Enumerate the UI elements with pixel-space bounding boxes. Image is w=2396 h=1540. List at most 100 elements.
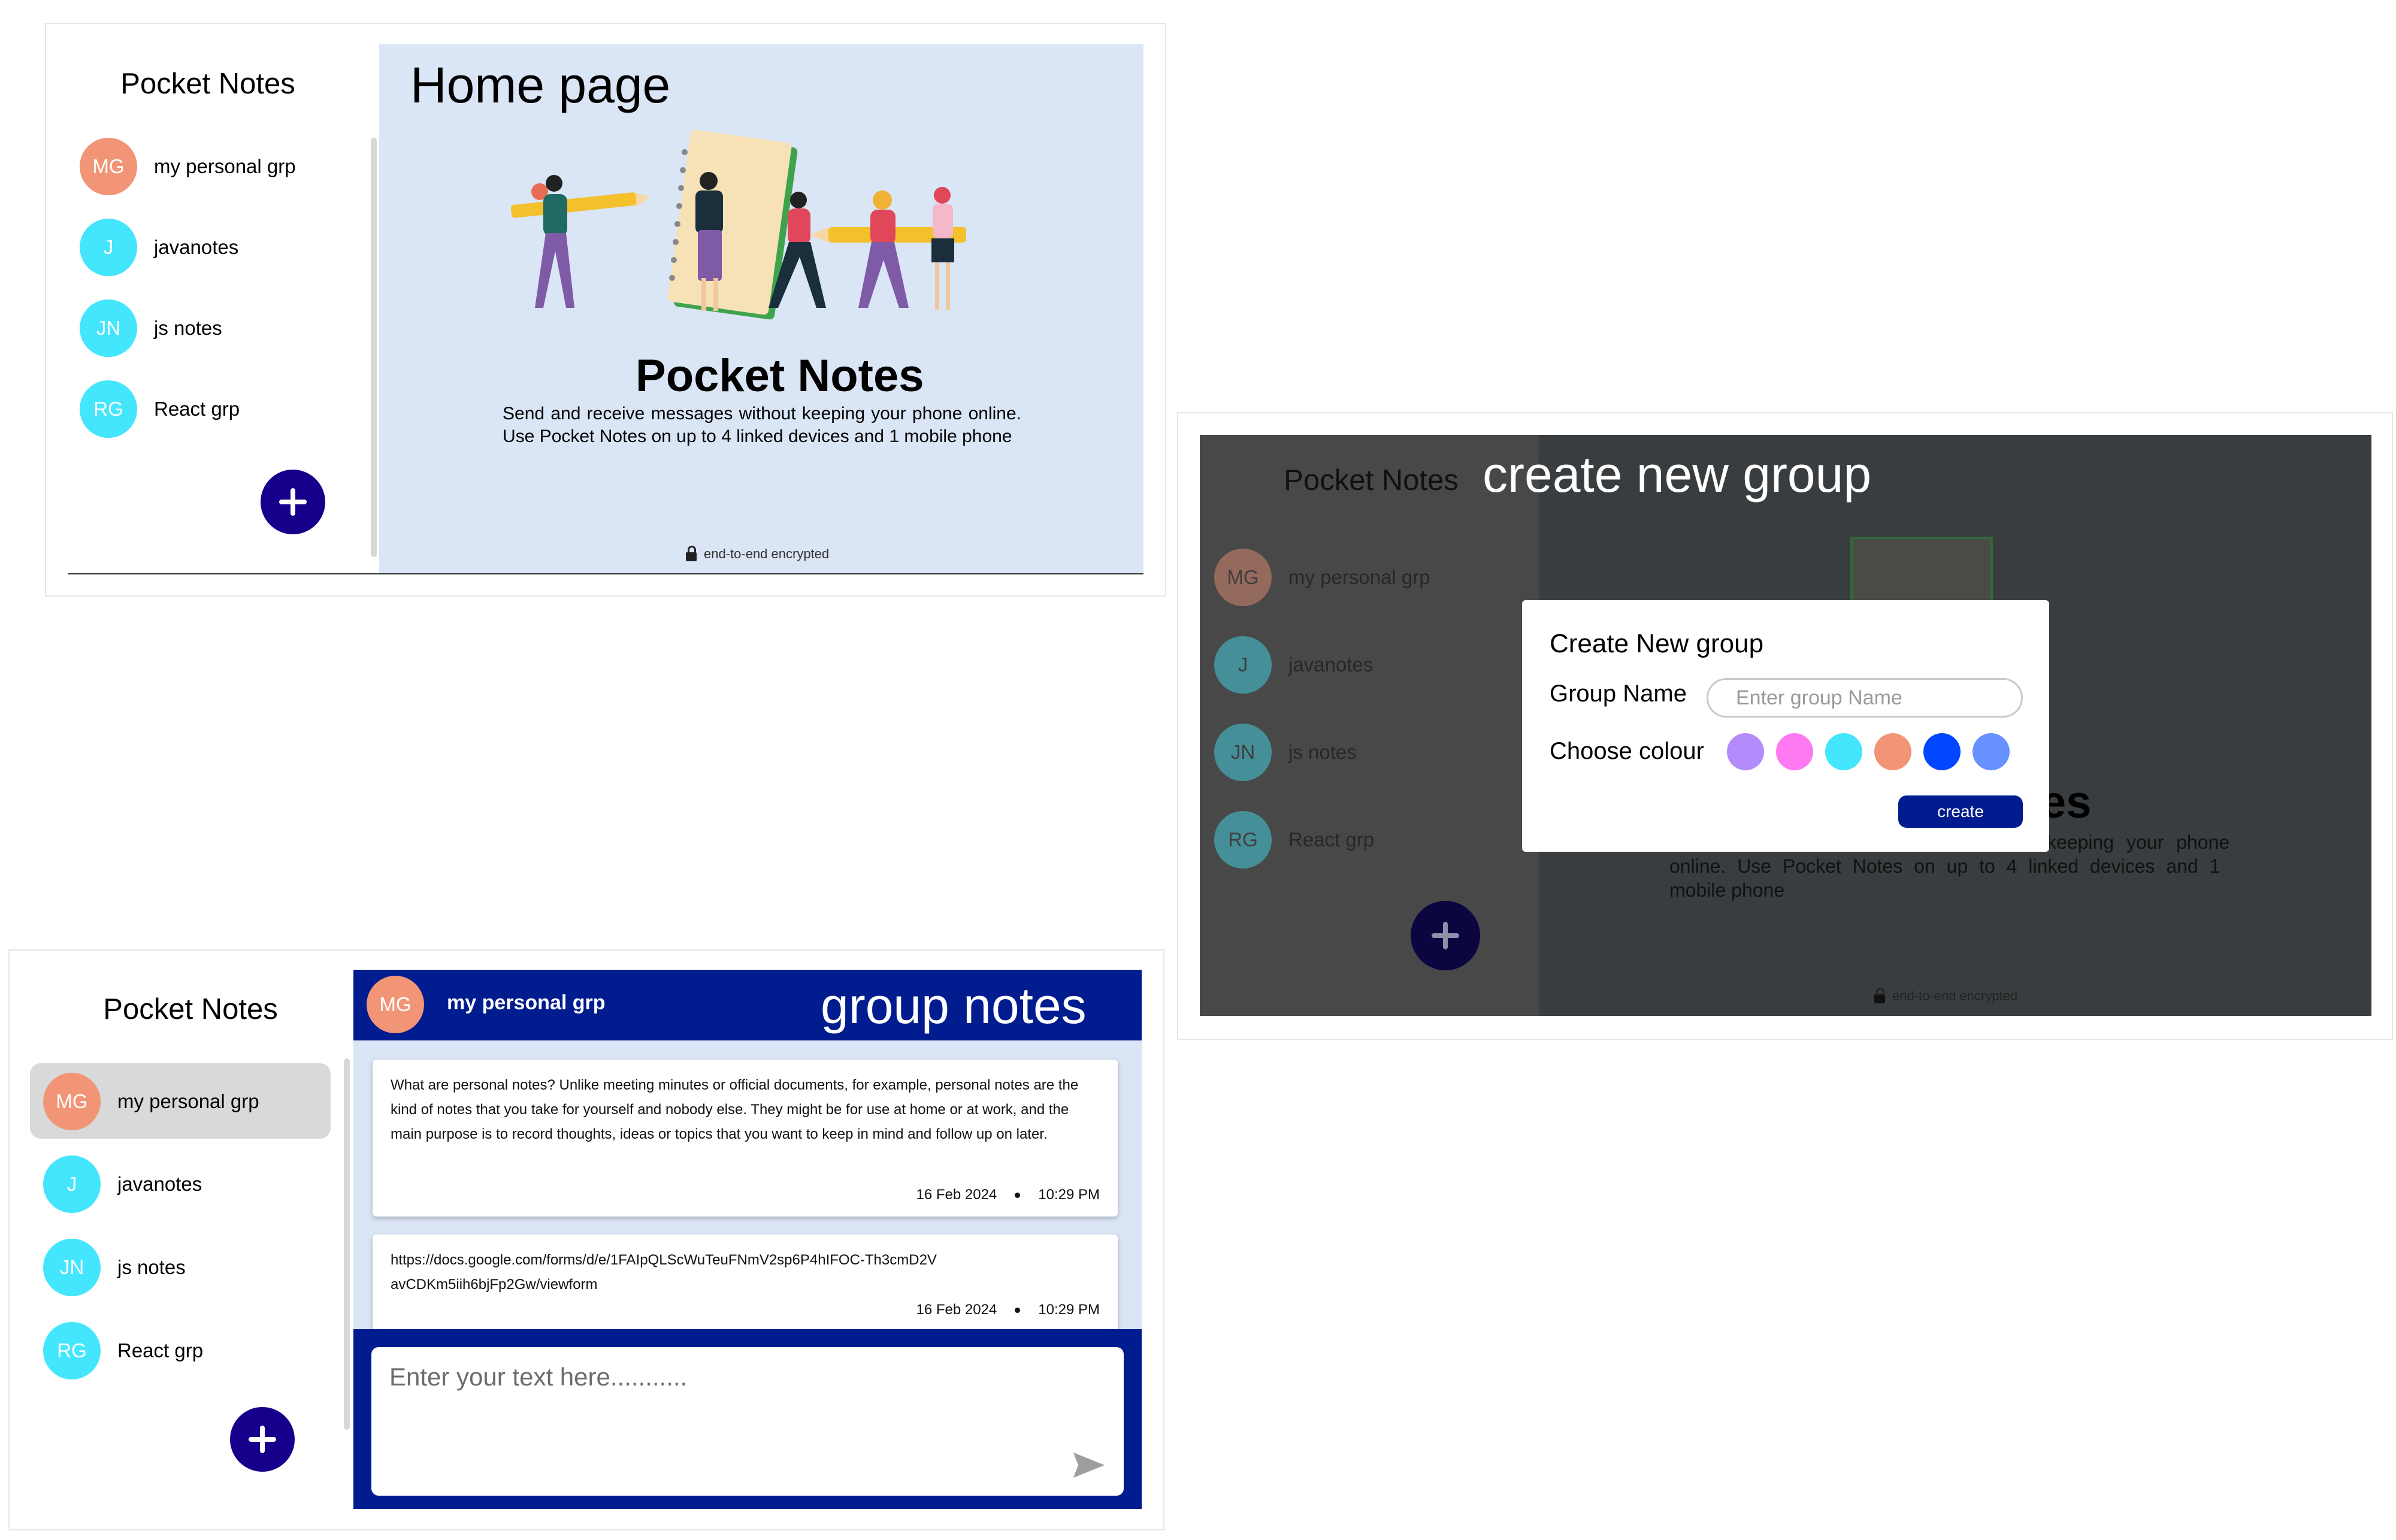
- note-timestamp: 16 Feb 2024 10:29 PM: [916, 1302, 1100, 1318]
- header-group-name: my personal grp: [447, 991, 606, 1014]
- colour-swatch-purple[interactable]: [1727, 733, 1764, 770]
- create-group-modal: Create New group Group Name Enter group …: [1522, 600, 2049, 852]
- group-avatar: JN: [43, 1239, 101, 1296]
- group-name: javanotes: [154, 236, 239, 258]
- sidebar-scrollbar[interactable]: [371, 138, 377, 557]
- note-card: What are personal notes? Unlike meeting …: [373, 1060, 1118, 1217]
- note-placeholder: Enter your text here...........: [389, 1363, 688, 1391]
- choose-colour-label: Choose colour: [1550, 738, 1704, 764]
- create-group-screen: Pocket Notes MG my personal grp J javano…: [1177, 412, 2393, 1040]
- group-name: React grp: [117, 1339, 204, 1362]
- colour-swatch-pink[interactable]: [1776, 733, 1813, 770]
- header-avatar: MG: [367, 976, 424, 1033]
- background-description-line-2: online. Use Pocket Notes on up to 4 link…: [1669, 855, 2220, 877]
- group-name: js notes: [1288, 741, 1357, 763]
- encryption-note: end-to-end encrypted: [686, 545, 830, 562]
- plus-icon: [279, 488, 307, 516]
- send-icon[interactable]: [1072, 1451, 1106, 1479]
- note-time: 10:29 PM: [1038, 1302, 1100, 1318]
- screen-tag: group notes: [821, 978, 1087, 1034]
- colour-swatch-salmon[interactable]: [1874, 733, 1911, 770]
- sidebar-item-javanotes[interactable]: J javanotes: [43, 1155, 202, 1213]
- sidebar-item-content: MG my personal grp: [43, 1073, 259, 1130]
- group-name: javanotes: [117, 1173, 202, 1195]
- sidebar: Pocket Notes MG my personal grp J javano…: [46, 24, 379, 574]
- modal-title: Create New group: [1550, 629, 1764, 658]
- add-group-button[interactable]: [1411, 901, 1480, 970]
- background-illustration-fragment: [1850, 537, 1993, 605]
- note-text: https://docs.google.com/forms/d/e/1FAIpQ…: [391, 1252, 937, 1293]
- group-name: my personal grp: [154, 155, 296, 177]
- sidebar-item-react-grp[interactable]: RG React grp: [80, 380, 240, 438]
- plus-icon: [249, 1426, 276, 1453]
- group-avatar: J: [1214, 636, 1272, 694]
- group-avatar: JN: [1214, 724, 1272, 781]
- sidebar-item-react-grp[interactable]: RG React grp: [1214, 811, 1374, 869]
- group-header: MG my personal grp group notes: [353, 970, 1142, 1040]
- encryption-text: end-to-end encrypted: [704, 546, 830, 561]
- colour-swatch-light-blue[interactable]: [1973, 733, 2010, 770]
- note-date: 16 Feb 2024: [916, 1302, 997, 1318]
- group-name: my personal grp: [117, 1090, 259, 1112]
- note-time: 10:29 PM: [1038, 1187, 1100, 1203]
- divider: [68, 573, 1143, 574]
- sidebar: Pocket Notes MG my personal grp J javano…: [1200, 435, 1539, 1016]
- group-avatar: RG: [43, 1322, 101, 1379]
- note-text: What are personal notes? Unlike meeting …: [391, 1077, 1079, 1142]
- note-textarea[interactable]: Enter your text here...........: [371, 1347, 1124, 1496]
- group-avatar: JN: [80, 299, 137, 357]
- sidebar-item-react-grp[interactable]: RG React grp: [43, 1322, 203, 1379]
- create-button[interactable]: create: [1898, 795, 2023, 828]
- group-name: React grp: [1288, 828, 1375, 851]
- home-title: Pocket Notes: [636, 350, 924, 401]
- app-title: Pocket Notes: [120, 68, 295, 100]
- group-name-label: Group Name: [1550, 680, 1687, 707]
- group-name: my personal grp: [1288, 566, 1430, 588]
- sidebar-item-javanotes[interactable]: J javanotes: [80, 219, 238, 276]
- lock-icon: [686, 545, 697, 561]
- group-name: javanotes: [1288, 653, 1374, 676]
- background-description-line-3: mobile phone: [1669, 879, 1785, 901]
- colour-swatch-blue[interactable]: [1923, 733, 1961, 770]
- screen-tag: Home page: [410, 57, 671, 113]
- separator-dot: [1015, 1307, 1021, 1313]
- group-avatar: RG: [80, 380, 137, 438]
- add-group-button[interactable]: [261, 470, 325, 534]
- group-avatar: J: [80, 219, 137, 276]
- group-name: js notes: [117, 1256, 186, 1278]
- note-date: 16 Feb 2024: [916, 1187, 997, 1203]
- sidebar-item-javanotes[interactable]: J javanotes: [1214, 636, 1373, 694]
- app-title: Pocket Notes: [103, 993, 278, 1025]
- group-avatar: MG: [1214, 549, 1272, 606]
- home-description: Send and receive messages without keepin…: [503, 404, 1021, 446]
- sidebar-scrollbar[interactable]: [344, 1058, 350, 1430]
- home-page-screen: Pocket Notes MG my personal grp J javano…: [45, 23, 1166, 597]
- group-avatar: RG: [1214, 811, 1272, 869]
- group-notes-screen: Pocket Notes MG my personal grp J javano…: [8, 949, 1164, 1530]
- sidebar-item-my-personal-grp[interactable]: MG my personal grp: [1214, 549, 1430, 606]
- group-name: js notes: [154, 317, 222, 339]
- lock-icon: [1874, 987, 1885, 1003]
- note-timestamp: 16 Feb 2024 10:29 PM: [916, 1187, 1100, 1203]
- note-input-area: Enter your text here...........: [353, 1329, 1142, 1509]
- add-group-button[interactable]: [230, 1407, 295, 1472]
- colour-swatch-cyan[interactable]: [1825, 733, 1862, 770]
- group-name-input[interactable]: Enter group Name: [1707, 678, 2023, 718]
- sidebar-item-my-personal-grp-selected[interactable]: MG my personal grp: [30, 1063, 331, 1139]
- sidebar-item-js-notes[interactable]: JN js notes: [80, 299, 222, 357]
- group-avatar: J: [43, 1155, 101, 1213]
- group-avatar: MG: [80, 138, 137, 195]
- separator-dot: [1015, 1192, 1021, 1198]
- home-main-area: Home page Pocket Notes Send and receive …: [379, 44, 1143, 574]
- sidebar-item-js-notes[interactable]: JN js notes: [1214, 724, 1357, 781]
- screen-tag: create new group: [1483, 446, 1872, 503]
- sidebar: Pocket Notes MG my personal grp J javano…: [10, 951, 351, 1526]
- encryption-note: end-to-end encrypted: [1874, 987, 2018, 1004]
- encryption-text: end-to-end encrypted: [1892, 988, 2018, 1003]
- background-description-line-1: keeping your phone: [2047, 831, 2230, 853]
- plus-icon: [1432, 922, 1459, 949]
- sidebar-item-js-notes[interactable]: JN js notes: [43, 1239, 186, 1296]
- people-with-notebook-illustration: [511, 129, 966, 320]
- app-title: Pocket Notes: [1284, 464, 1459, 497]
- sidebar-item-my-personal-grp[interactable]: MG my personal grp: [80, 138, 296, 195]
